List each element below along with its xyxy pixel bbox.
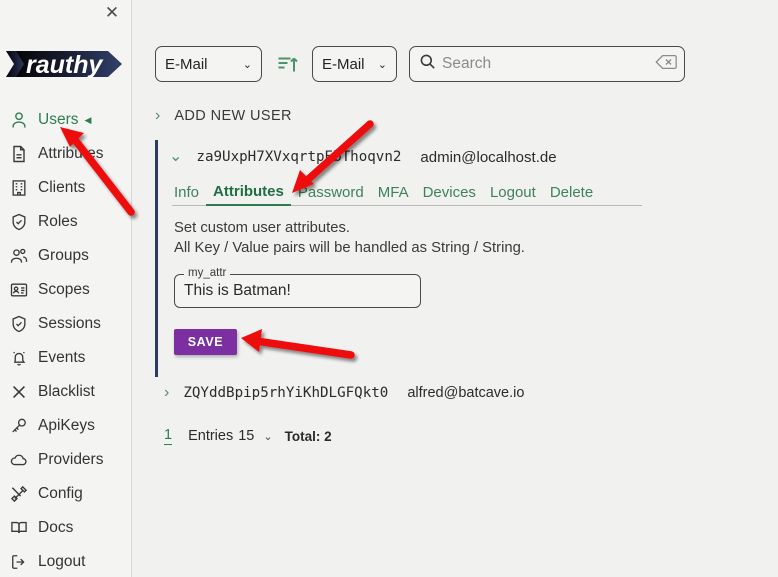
users-icon (8, 245, 30, 267)
attributes-description-line-2: All Key / Value pairs will be handled as… (174, 240, 525, 256)
sidebar-item-label: Users (38, 111, 79, 128)
user-id: ZQYddBpip5rhYiKhDLGFQkt0 (183, 385, 389, 401)
sidebar-item-providers[interactable]: Providers (0, 443, 132, 477)
chevron-down-icon[interactable]: ⌄ (263, 430, 272, 443)
cloud-icon (8, 449, 30, 471)
sidebar-item-sessions[interactable]: Sessions (0, 307, 132, 341)
sidebar-item-label: Events (38, 349, 86, 366)
tab-mfa[interactable]: MFA (371, 184, 416, 205)
sidebar-item-label: Config (38, 485, 83, 502)
sidebar-item-label: Groups (38, 247, 89, 264)
search-icon (418, 52, 437, 76)
sidebar-item-label: Clients (38, 179, 86, 196)
attributes-panel: Set custom user attributes. All Key / Va… (158, 206, 743, 355)
rauthy-logo: rauthy (4, 44, 126, 84)
shield-check-icon (8, 313, 30, 335)
sidebar-item-docs[interactable]: Docs (0, 511, 132, 545)
user-tabs: Info Attributes Password MFA Devices Log… (172, 183, 642, 206)
svg-text:rauthy: rauthy (26, 51, 104, 79)
search-box[interactable] (409, 46, 685, 82)
user-icon (8, 109, 30, 131)
entries-label: Entries (188, 428, 234, 444)
tab-attributes[interactable]: Attributes (206, 183, 291, 206)
close-icon[interactable]: ✕ (101, 1, 123, 23)
expanded-user-card: ⌄ za9UxpH7XVxqrtpEbThoqvn2 admin@localho… (155, 140, 743, 377)
backspace-clear-icon[interactable] (655, 53, 677, 76)
chevron-down-icon: ⌄ (242, 58, 252, 71)
x-icon (8, 381, 30, 403)
sidebar-item-label: Scopes (38, 281, 90, 298)
key-icon (8, 415, 30, 437)
search-field-value: E-Mail (322, 55, 365, 73)
sidebar-item-logout[interactable]: Logout (0, 545, 132, 577)
sidebar-item-label: ApiKeys (38, 417, 95, 434)
total-count: Total: 2 (284, 428, 332, 444)
sidebar-item-events[interactable]: Events (0, 341, 132, 375)
shield-check-icon (8, 211, 30, 233)
book-icon (8, 517, 30, 539)
sort-field-select[interactable]: E-Mail ⌄ (155, 46, 262, 82)
sidebar-item-label: Providers (38, 451, 104, 468)
id-card-icon (8, 279, 30, 301)
sidebar-item-label: Docs (38, 519, 74, 536)
attribute-field[interactable]: my_attr (174, 267, 421, 308)
sidebar-item-blacklist[interactable]: Blacklist (0, 375, 132, 409)
user-row[interactable]: › ZQYddBpip5rhYiKhDLGFQkt0 alfred@batcav… (164, 384, 525, 402)
chevron-down-icon: ⌄ (377, 58, 387, 71)
sidebar: ✕ rauthy Users ◀ Attributes Clients Role… (0, 0, 132, 577)
building-icon (8, 177, 30, 199)
user-id: za9UxpH7XVxqrtpEbThoqvn2 (196, 149, 402, 165)
sidebar-item-clients[interactable]: Clients (0, 171, 132, 205)
logout-icon (8, 551, 30, 573)
tools-icon (8, 483, 30, 505)
tab-delete[interactable]: Delete (543, 184, 600, 205)
chevron-right-icon: › (164, 384, 170, 401)
add-new-user-label: ADD NEW USER (174, 108, 292, 124)
sidebar-item-apikeys[interactable]: ApiKeys (0, 409, 132, 443)
bell-alert-icon (8, 347, 30, 369)
attributes-description-line-1: Set custom user attributes. (174, 220, 350, 236)
document-icon (8, 143, 30, 165)
sidebar-item-label: Logout (38, 553, 86, 570)
user-email: alfred@batcave.io (407, 385, 525, 401)
sidebar-item-label: Roles (38, 213, 78, 230)
sort-field-value: E-Mail (165, 55, 208, 73)
page-number-1[interactable]: 1 (164, 427, 173, 445)
pagination: 1 Entries 15 ⌄ Total: 2 (164, 427, 332, 445)
add-new-user-row[interactable]: › ADD NEW USER (155, 107, 292, 125)
tab-logout[interactable]: Logout (483, 184, 543, 205)
search-field-select[interactable]: E-Mail ⌄ (312, 46, 397, 82)
sidebar-item-users[interactable]: Users ◀ (0, 103, 132, 137)
app-window: ✕ rauthy Users ◀ Attributes Clients Role… (0, 0, 778, 577)
chevron-down-icon: ⌄ (169, 148, 183, 165)
sidebar-item-roles[interactable]: Roles (0, 205, 132, 239)
search-input[interactable] (440, 48, 655, 80)
user-card-header[interactable]: ⌄ za9UxpH7XVxqrtpEbThoqvn2 admin@localho… (158, 140, 743, 174)
save-button[interactable]: SAVE (174, 329, 237, 355)
tab-password[interactable]: Password (291, 184, 371, 205)
user-email: admin@localhost.de (420, 148, 557, 166)
sidebar-item-label: Sessions (38, 315, 101, 332)
sidebar-nav: Users ◀ Attributes Clients Roles Groups … (0, 103, 132, 577)
active-caret-icon: ◀ (84, 114, 92, 125)
sidebar-item-label: Blacklist (38, 383, 95, 400)
chevron-right-icon: › (155, 107, 161, 124)
sidebar-item-config[interactable]: Config (0, 477, 132, 511)
sidebar-item-groups[interactable]: Groups (0, 239, 132, 273)
tab-devices[interactable]: Devices (416, 184, 483, 205)
users-toolbar: E-Mail ⌄ E-Mail ⌄ (155, 46, 685, 82)
sidebar-item-attributes[interactable]: Attributes (0, 137, 132, 171)
sidebar-item-scopes[interactable]: Scopes (0, 273, 132, 307)
entries-count-value[interactable]: 15 (238, 428, 254, 444)
sidebar-item-label: Attributes (38, 145, 104, 162)
sort-ascending-icon[interactable] (270, 46, 304, 82)
tab-info[interactable]: Info (172, 184, 206, 205)
attribute-value-input[interactable] (175, 275, 420, 307)
